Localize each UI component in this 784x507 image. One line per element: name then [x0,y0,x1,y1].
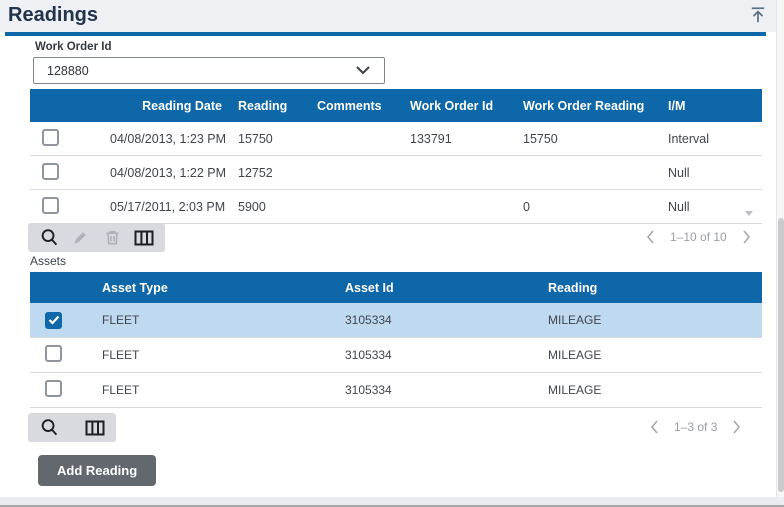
assets-section-label: Assets [30,254,67,268]
search-icon[interactable] [38,227,60,249]
asset-reading-cell: MILEAGE [548,313,602,327]
assets-pagination: 1–3 of 3 [650,420,741,434]
reading-row[interactable]: 05/17/2011, 2:03 PM 5900 0 Null [30,190,762,224]
row-checkbox[interactable] [42,196,59,214]
reading-cell: 12752 [238,165,273,180]
im-cell: Interval [668,131,709,146]
page-next-icon[interactable] [742,230,751,244]
vertical-scrollbar [776,0,784,497]
row-checkbox[interactable] [45,345,62,362]
asset-reading-cell: MILEAGE [548,348,602,362]
page-previous-icon[interactable] [650,420,659,434]
column-header-asset-type[interactable]: Asset Type [90,281,333,295]
readings-toolbar [28,223,165,252]
pagination-label: 1–10 of 10 [670,230,727,244]
asset-id-cell: 3105334 [345,313,392,327]
pagination-label: 1–3 of 3 [674,420,718,434]
readings-panel: Readings Work Order Id 128880 Reading Da… [0,0,784,507]
assets-toolbar [28,413,116,442]
readings-table: Reading Date Reading Comments Work Order… [30,89,762,224]
assets-table: Asset Type Asset Id Reading FLEET 310533… [30,272,762,408]
column-header-work-order-reading[interactable]: Work Order Reading [511,99,656,113]
panel-titlebar: Readings [0,0,776,32]
row-checkbox[interactable] [42,162,59,180]
work-order-reading-cell: 15750 [523,131,558,146]
asset-row[interactable]: FLEET 3105334 MILEAGE [30,338,762,373]
readings-table-header: Reading Date Reading Comments Work Order… [30,89,762,122]
grid-scroll-down-icon[interactable] [745,211,753,216]
im-cell: Null [668,165,690,180]
columns-icon[interactable] [133,227,155,249]
page-previous-icon[interactable] [646,230,655,244]
column-header-reading-date[interactable]: Reading Date [95,99,225,113]
asset-row[interactable]: FLEET 3105334 MILEAGE [30,373,762,408]
chevron-down-icon [356,64,370,78]
search-icon[interactable] [38,417,60,439]
title-divider [5,32,766,36]
work-order-id-cell: 133791 [410,131,452,146]
asset-type-cell: FLEET [102,313,140,327]
delete-icon[interactable] [101,227,123,249]
asset-row[interactable]: FLEET 3105334 MILEAGE [30,303,762,338]
work-order-id-value: 128880 [47,63,89,78]
scroll-to-top-icon[interactable] [749,6,767,24]
reading-cell: 5900 [238,199,266,214]
asset-type-cell: FLEET [102,348,140,362]
column-header-reading[interactable]: Reading [225,99,305,113]
reading-row[interactable]: 04/08/2013, 1:23 PM 15750 133791 15750 I… [30,122,762,156]
columns-icon[interactable] [84,417,106,439]
asset-type-cell: FLEET [102,383,140,397]
work-order-id-label: Work Order Id [35,41,112,53]
reading-row[interactable]: 04/08/2013, 1:22 PM 12752 Null [30,156,762,190]
column-header-asset-reading[interactable]: Reading [536,281,762,295]
reading-date-cell: 04/08/2013, 1:23 PM [110,131,225,146]
reading-date-cell: 05/17/2011, 2:03 PM [110,199,225,214]
reading-date-cell: 04/08/2013, 1:22 PM [110,165,225,180]
column-header-comments[interactable]: Comments [305,99,398,113]
work-order-reading-cell: 0 [523,199,530,214]
add-reading-button[interactable]: Add Reading [38,455,157,486]
column-header-asset-id[interactable]: Asset Id [333,281,536,295]
edit-icon[interactable] [70,227,92,249]
assets-table-header: Asset Type Asset Id Reading [30,272,762,303]
row-checkbox[interactable] [45,380,62,397]
page-title: Readings [8,4,99,26]
work-order-id-select[interactable]: 128880 [33,57,385,84]
column-header-work-order-id[interactable]: Work Order Id [398,99,511,113]
readings-pagination: 1–10 of 10 [646,230,751,244]
asset-reading-cell: MILEAGE [548,383,602,397]
row-checkbox[interactable] [42,128,59,146]
asset-id-cell: 3105334 [345,348,392,362]
asset-id-cell: 3105334 [345,383,392,397]
row-checkbox[interactable] [45,311,62,329]
column-header-im[interactable]: I/M [656,99,762,113]
scrollbar-thumb[interactable] [778,218,784,492]
page-next-icon[interactable] [732,420,741,434]
reading-cell: 15750 [238,131,273,146]
